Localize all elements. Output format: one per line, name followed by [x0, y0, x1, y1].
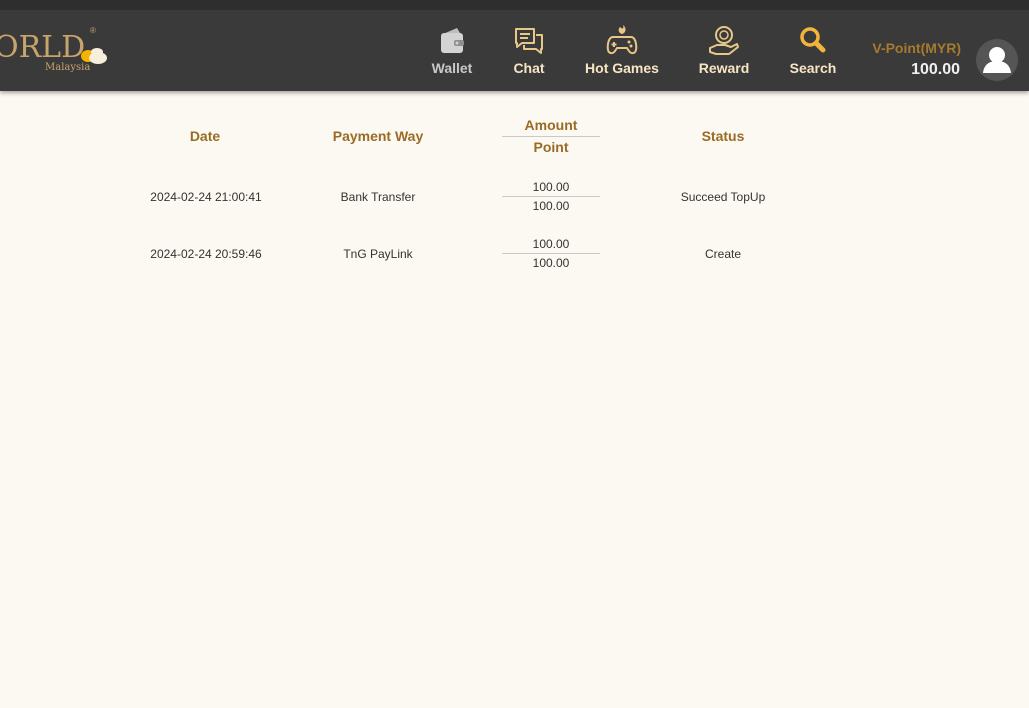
- header-divider: [502, 136, 600, 137]
- nav-wallet[interactable]: Wallet: [426, 24, 478, 90]
- logo-text: ORLD: [0, 30, 86, 65]
- chat-icon: [515, 28, 543, 54]
- column-header-status: Status: [701, 128, 745, 144]
- vpoint-label: V-Point(MYR): [872, 40, 961, 56]
- row-1-divider: [502, 196, 600, 197]
- column-header-payment-way: Payment Way: [332, 128, 424, 144]
- row-1-payment-way: Bank Transfer: [340, 190, 416, 204]
- nav-search[interactable]: Search: [786, 24, 840, 90]
- nav-chat[interactable]: Chat: [505, 24, 553, 90]
- logo-registered-mark: ®: [90, 26, 96, 35]
- column-header-point: Point: [533, 139, 569, 155]
- row-2-point: 100.00: [532, 256, 570, 270]
- search-icon: [800, 27, 826, 53]
- nav-wallet-label: Wallet: [431, 60, 473, 76]
- brand-logo[interactable]: ORLD ® Malaysia: [0, 24, 114, 74]
- row-2-amount: 100.00: [532, 237, 570, 251]
- nav-reward[interactable]: Reward: [694, 24, 754, 90]
- wallet-icon: [441, 28, 464, 53]
- row-1-amount: 100.00: [532, 180, 570, 194]
- nav-search-label: Search: [789, 60, 837, 76]
- row-1-date: 2024-02-24 21:00:41: [150, 190, 262, 204]
- row-1-point: 100.00: [532, 199, 570, 213]
- gamepad-icon: [606, 25, 638, 55]
- nav-hot-games[interactable]: Hot Games: [580, 24, 664, 90]
- user-avatar-icon: [983, 47, 1011, 73]
- row-2-payment-way: TnG PayLink: [343, 247, 413, 261]
- user-avatar-button[interactable]: [976, 39, 1018, 81]
- reward-icon: [709, 26, 739, 55]
- column-header-amount: Amount: [524, 117, 578, 133]
- row-2-date: 2024-02-24 20:59:46: [150, 247, 262, 261]
- column-header-date: Date: [189, 128, 221, 144]
- row-2-divider: [502, 253, 600, 254]
- vpoint-balance: 100.00: [911, 61, 960, 78]
- top-navigation-bar: ORLD ® Malaysia Wallet Chat Hot Games Re…: [0, 0, 1029, 91]
- logo-subtitle: Malaysia: [45, 62, 91, 73]
- nav-reward-label: Reward: [698, 60, 750, 76]
- row-1-status: Succeed TopUp: [680, 190, 766, 204]
- nav-chat-label: Chat: [513, 60, 545, 76]
- nav-hot-games-label: Hot Games: [585, 60, 659, 76]
- row-2-status: Create: [704, 247, 742, 261]
